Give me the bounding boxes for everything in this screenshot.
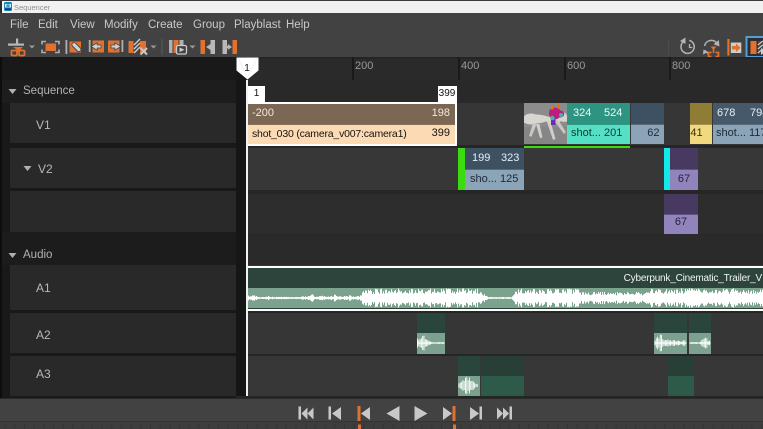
svg-text:1: 1 <box>244 63 250 74</box>
